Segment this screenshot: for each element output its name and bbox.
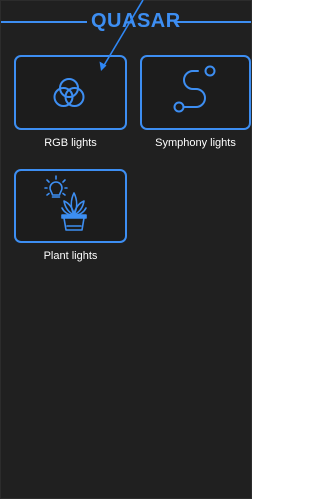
header-divider-left: [1, 21, 87, 23]
app-screen: QUASAR RGB lights Symphony lights Plant …: [0, 0, 252, 499]
plant-lights-tile[interactable]: [14, 169, 127, 243]
rgb-lights-label: RGB lights: [44, 137, 97, 149]
header-divider-right: [176, 21, 251, 23]
app-title: QUASAR: [91, 10, 181, 32]
rgb-lights-tile[interactable]: [14, 55, 127, 130]
symphony-lights-tile[interactable]: [140, 55, 251, 130]
rgb-circles-icon: [53, 78, 85, 107]
plant-light-icon: [44, 175, 87, 231]
plant-lights-label: Plant lights: [43, 250, 98, 262]
symphony-lights-label: Symphony lights: [155, 137, 236, 149]
app-header: QUASAR: [1, 5, 251, 39]
symphony-path-icon: [173, 65, 216, 113]
